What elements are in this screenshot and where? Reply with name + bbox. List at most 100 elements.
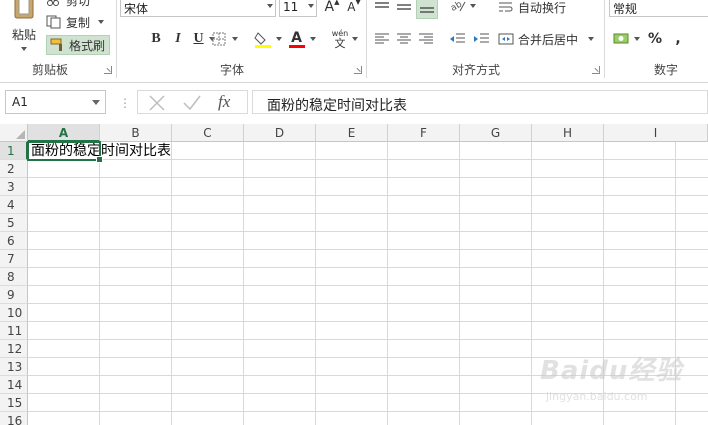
fill-color-dropdown-icon[interactable] xyxy=(276,37,282,41)
row-header-12[interactable]: 12 xyxy=(0,340,28,358)
clipboard-group-label: 剪贴板 xyxy=(32,63,69,77)
merge-center-dropdown-icon[interactable] xyxy=(588,37,595,41)
font-color-button[interactable]: A xyxy=(285,28,319,50)
formula-input[interactable]: 面粉的稳定时间对比表 xyxy=(252,90,708,114)
column-header-d[interactable]: D xyxy=(244,124,316,142)
font-name-value: 宋体 xyxy=(124,2,149,16)
paste-button[interactable]: 粘贴 xyxy=(6,0,42,56)
align-right-button[interactable] xyxy=(416,29,436,49)
formula-value: 面粉的稳定时间对比表 xyxy=(267,98,407,114)
column-header-b[interactable]: B xyxy=(100,124,172,142)
border-icon xyxy=(212,32,226,46)
row-header-7[interactable]: 7 xyxy=(0,250,28,268)
font-color-dropdown-icon[interactable] xyxy=(309,37,316,41)
column-header-a[interactable]: A xyxy=(28,124,100,142)
align-top-button[interactable] xyxy=(372,0,392,17)
row-header-2[interactable]: 2 xyxy=(0,160,28,178)
comma-style-button[interactable]: , xyxy=(668,29,688,49)
select-all-button[interactable] xyxy=(0,124,28,142)
underline-label: U xyxy=(193,31,204,46)
row-header-15[interactable]: 15 xyxy=(0,394,28,412)
orientation-button[interactable]: ab xyxy=(446,0,480,16)
number-format-value: 常规 xyxy=(613,2,638,16)
phonetic-dropdown-icon[interactable] xyxy=(352,37,358,41)
group-divider xyxy=(366,0,367,78)
phonetic-button[interactable]: wén 文 xyxy=(328,26,352,52)
grow-font-button[interactable]: A ▲ xyxy=(322,0,342,16)
align-middle-button[interactable] xyxy=(394,0,414,17)
enter-check-icon[interactable] xyxy=(182,94,202,112)
row-header-14[interactable]: 14 xyxy=(0,376,28,394)
orientation-dropdown-icon[interactable] xyxy=(470,4,476,8)
column-header-h[interactable]: H xyxy=(532,124,604,142)
name-box-dropdown-icon[interactable] xyxy=(92,100,100,105)
align-bottom-button[interactable] xyxy=(416,0,438,19)
row-header-4[interactable]: 4 xyxy=(0,196,28,214)
row-header-6[interactable]: 6 xyxy=(0,232,28,250)
copy-icon xyxy=(46,15,61,29)
row-header-5[interactable]: 5 xyxy=(0,214,28,232)
font-size-dropdown-icon xyxy=(308,4,314,8)
border-dropdown-icon[interactable] xyxy=(232,37,238,41)
clipboard-launcher-icon[interactable] xyxy=(104,66,112,74)
increase-indent-button[interactable] xyxy=(470,29,492,49)
font-launcher-icon[interactable] xyxy=(354,66,362,74)
cut-label: 剪切 xyxy=(66,0,91,8)
name-box[interactable]: A1 xyxy=(5,90,106,114)
bold-button[interactable]: B xyxy=(146,29,166,49)
row-header-10[interactable]: 10 xyxy=(0,304,28,322)
column-header-g[interactable]: G xyxy=(460,124,532,142)
active-cell-selection[interactable] xyxy=(27,141,103,163)
alignment-launcher-icon[interactable] xyxy=(592,66,600,74)
grow-font-arrow-icon: ▲ xyxy=(334,0,340,6)
align-top-icon xyxy=(375,2,389,8)
border-button[interactable] xyxy=(209,29,241,49)
align-bottom-icon xyxy=(420,7,434,13)
column-header-c[interactable]: C xyxy=(172,124,244,142)
copy-button[interactable]: 复制 xyxy=(46,13,110,31)
watermark-url: jingyan.baidu.com xyxy=(546,390,648,403)
wrap-text-label: 自动换行 xyxy=(518,0,567,15)
align-left-button[interactable] xyxy=(372,29,392,49)
percent-button[interactable]: % xyxy=(645,29,665,49)
accounting-dropdown-icon[interactable] xyxy=(633,37,640,41)
row-header-8[interactable]: 8 xyxy=(0,268,28,286)
row-header-13[interactable]: 13 xyxy=(0,358,28,376)
wrap-text-button[interactable]: 自动换行 xyxy=(498,0,578,17)
orientation-icon: ab xyxy=(450,0,466,13)
insert-function-button[interactable]: fx xyxy=(218,92,230,112)
shrink-font-button[interactable]: A ▼ xyxy=(344,0,364,16)
paste-label: 粘贴 xyxy=(11,28,36,42)
column-header-e[interactable]: E xyxy=(316,124,388,142)
shrink-font-arrow-icon: ▼ xyxy=(355,0,361,6)
row-header-11[interactable]: 11 xyxy=(0,322,28,340)
align-center-icon xyxy=(397,33,411,44)
row-header-9[interactable]: 9 xyxy=(0,286,28,304)
row-header-3[interactable]: 3 xyxy=(0,178,28,196)
accounting-format-button[interactable] xyxy=(610,28,642,50)
font-size-select[interactable]: 11 xyxy=(279,0,317,17)
cancel-icon[interactable] xyxy=(148,94,166,112)
wrap-text-icon xyxy=(499,2,513,12)
format-painter-button[interactable]: 格式刷 xyxy=(46,35,110,55)
formula-bar-grip-icon[interactable]: ⋮ xyxy=(119,96,131,110)
align-center-button[interactable] xyxy=(394,29,414,49)
row-header-1[interactable]: 1 xyxy=(0,142,28,160)
italic-button[interactable]: I xyxy=(168,29,188,49)
row-header-16[interactable]: 16 xyxy=(0,412,28,425)
copy-dropdown-icon[interactable] xyxy=(98,20,105,24)
font-name-dropdown-icon xyxy=(267,4,273,8)
paintbrush-icon xyxy=(50,38,62,51)
column-header-f[interactable]: F xyxy=(388,124,460,142)
grow-font-label: A xyxy=(324,0,335,15)
watermark-brand: Baidu经验 xyxy=(540,356,683,386)
comma-label: , xyxy=(675,31,681,47)
decrease-indent-button[interactable] xyxy=(446,29,468,49)
column-header-i[interactable]: I xyxy=(604,124,708,142)
fill-color-button[interactable] xyxy=(252,28,284,50)
merge-center-button[interactable]: 合并后居中 xyxy=(498,29,600,49)
number-format-select[interactable]: 常规 xyxy=(609,0,708,17)
font-name-select[interactable]: 宋体 xyxy=(120,0,276,17)
cut-button[interactable]: 剪切 xyxy=(46,0,106,8)
paste-dropdown-icon[interactable] xyxy=(21,47,27,51)
